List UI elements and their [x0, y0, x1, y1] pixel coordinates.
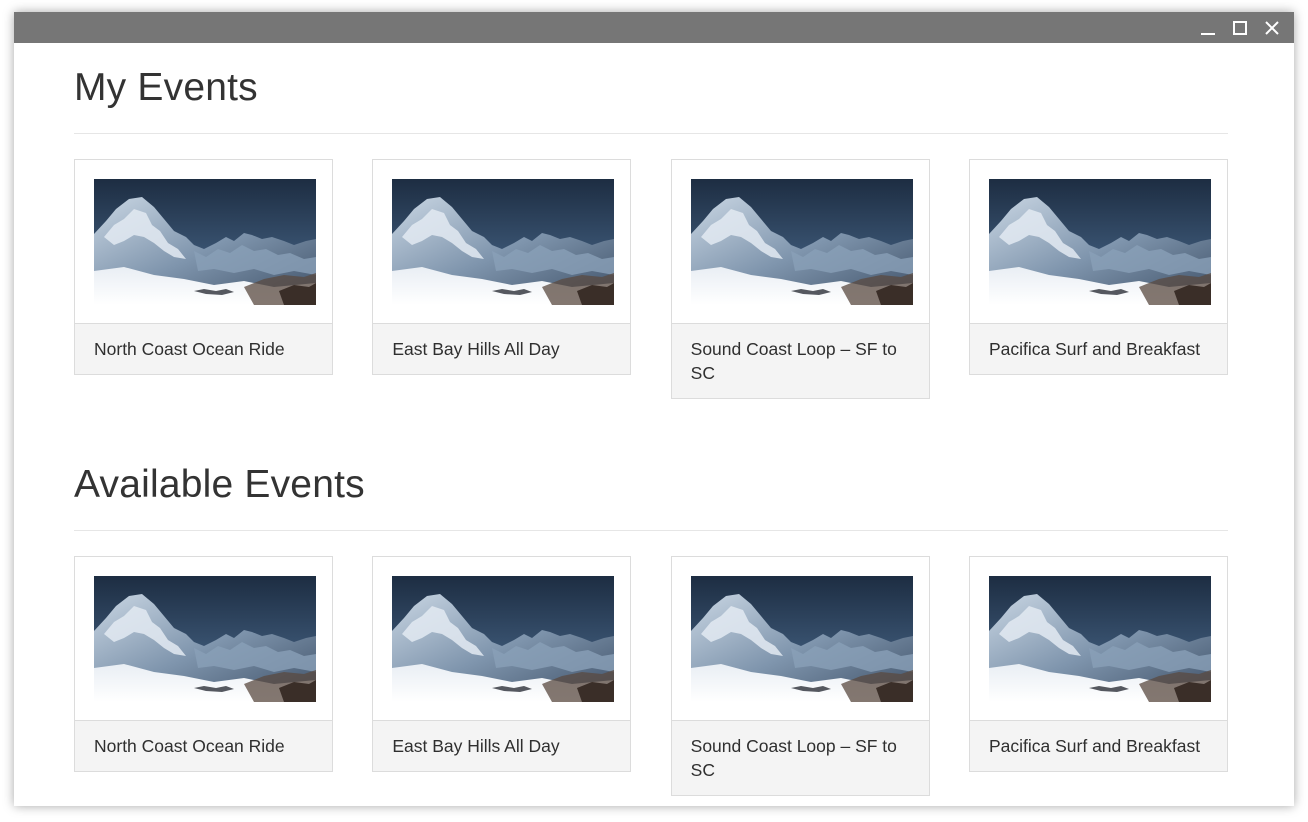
event-card[interactable]: Pacifica Surf and Breakfast — [968, 556, 1228, 772]
window-controls — [1186, 19, 1282, 37]
snowy-mountain-image — [691, 576, 913, 702]
available-events-section: Available Events North Coast Ocean Ride … — [74, 440, 1228, 796]
close-icon[interactable] — [1262, 19, 1282, 37]
event-image — [373, 160, 630, 323]
snowy-mountain-image — [691, 179, 913, 305]
event-image — [672, 557, 929, 720]
event-title: Pacifica Surf and Breakfast — [969, 720, 1227, 771]
app-window: My Events North Coast Ocean Ride East Ba… — [14, 12, 1294, 806]
maximize-icon[interactable] — [1230, 19, 1250, 37]
event-card[interactable]: North Coast Ocean Ride — [74, 159, 333, 375]
event-image — [75, 160, 332, 323]
event-title: Sound Coast Loop – SF to SC — [671, 720, 929, 795]
event-image — [970, 160, 1227, 323]
event-image — [970, 557, 1227, 720]
event-title: Sound Coast Loop – SF to SC — [671, 323, 929, 398]
event-image — [373, 557, 630, 720]
snowy-mountain-image — [989, 179, 1211, 305]
event-title: East Bay Hills All Day — [373, 323, 631, 374]
event-grid: North Coast Ocean Ride East Bay Hills Al… — [74, 159, 1228, 399]
event-card[interactable]: Sound Coast Loop – SF to SC — [670, 556, 930, 796]
event-title: North Coast Ocean Ride — [75, 720, 332, 771]
snowy-mountain-image — [94, 576, 316, 702]
event-title: North Coast Ocean Ride — [75, 323, 332, 374]
event-card[interactable]: Sound Coast Loop – SF to SC — [670, 159, 930, 399]
event-card[interactable]: East Bay Hills All Day — [372, 556, 632, 772]
snowy-mountain-image — [989, 576, 1211, 702]
event-grid: North Coast Ocean Ride East Bay Hills Al… — [74, 556, 1228, 796]
snowy-mountain-image — [94, 179, 316, 305]
section-title-available-events: Available Events — [74, 440, 1228, 531]
event-card[interactable]: Pacifica Surf and Breakfast — [968, 159, 1228, 375]
my-events-section: My Events North Coast Ocean Ride East Ba… — [74, 43, 1228, 399]
minimize-icon[interactable] — [1198, 19, 1218, 37]
section-title-my-events: My Events — [74, 43, 1228, 134]
snowy-mountain-image — [392, 576, 614, 702]
event-card[interactable]: East Bay Hills All Day — [372, 159, 632, 375]
event-title: East Bay Hills All Day — [373, 720, 631, 771]
snowy-mountain-image — [392, 179, 614, 305]
event-title: Pacifica Surf and Breakfast — [969, 323, 1227, 374]
event-image — [75, 557, 332, 720]
event-image — [672, 160, 929, 323]
event-card[interactable]: North Coast Ocean Ride — [74, 556, 333, 772]
title-bar[interactable] — [14, 12, 1294, 43]
main-content: My Events North Coast Ocean Ride East Ba… — [74, 43, 1228, 796]
